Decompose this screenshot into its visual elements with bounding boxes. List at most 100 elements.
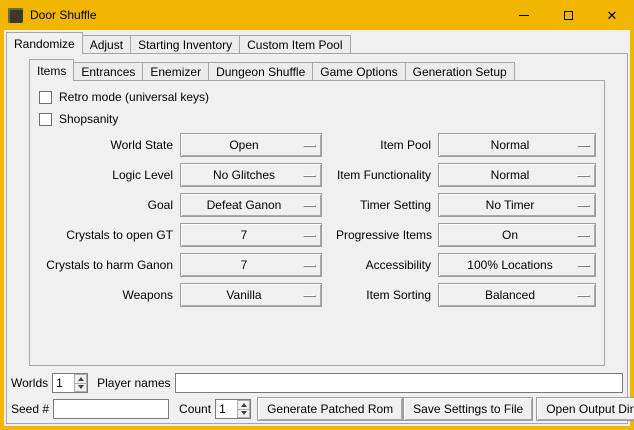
window-content: Randomize Adjust Starting Inventory Cust…	[4, 30, 630, 426]
timer-setting-dropdown[interactable]: No Timer	[438, 193, 596, 217]
weapons-dropdown[interactable]: Vanilla	[180, 283, 322, 307]
goal-label: Goal	[30, 198, 180, 212]
crystals-ganon-value: 7	[181, 258, 321, 272]
weapons-value: Vanilla	[181, 288, 321, 302]
menu-indicator-icon	[303, 175, 316, 177]
item-functionality-value: Normal	[439, 168, 595, 182]
crystals-ganon-dropdown[interactable]: 7	[180, 253, 322, 277]
spin-up-icon[interactable]	[237, 400, 250, 410]
minimize-button[interactable]	[502, 0, 546, 30]
randomize-tab-bar: Items Entrances Enemizer Dungeon Shuffle…	[29, 59, 515, 81]
menu-indicator-icon	[303, 145, 316, 147]
items-panel: Retro mode (universal keys) Shopsanity W…	[29, 80, 605, 366]
item-pool-dropdown[interactable]: Normal	[438, 133, 596, 157]
item-functionality-dropdown[interactable]: Normal	[438, 163, 596, 187]
accessibility-value: 100% Locations	[439, 258, 595, 272]
menu-indicator-icon	[303, 265, 316, 267]
retro-mode-label: Retro mode (universal keys)	[59, 90, 209, 104]
crystals-gt-dropdown[interactable]: 7	[180, 223, 322, 247]
player-names-input[interactable]	[175, 373, 624, 393]
window-controls: ✕	[502, 0, 634, 30]
item-sorting-value: Balanced	[439, 288, 595, 302]
crystals-gt-value: 7	[181, 228, 321, 242]
option-fields: World State Open Logic Level No Glitches	[30, 130, 604, 310]
app-icon	[8, 8, 23, 23]
world-state-dropdown[interactable]: Open	[180, 133, 322, 157]
shopsanity-row: Shopsanity	[39, 108, 604, 130]
worlds-spinner-arrows	[74, 374, 87, 392]
close-button[interactable]: ✕	[590, 0, 634, 30]
tab-enemizer[interactable]: Enemizer	[142, 62, 209, 81]
count-input[interactable]	[216, 400, 237, 418]
tab-randomize[interactable]: Randomize	[6, 32, 83, 54]
worlds-input[interactable]	[53, 374, 74, 392]
shopsanity-label: Shopsanity	[59, 112, 118, 126]
goal-value: Defeat Ganon	[181, 198, 321, 212]
seed-input[interactable]	[53, 399, 169, 419]
tab-adjust[interactable]: Adjust	[82, 35, 131, 54]
close-icon: ✕	[607, 9, 618, 22]
maximize-button[interactable]	[546, 0, 590, 30]
right-field-column: Item Pool Normal Item Functionality Norm…	[336, 130, 596, 310]
spin-down-icon[interactable]	[74, 384, 87, 393]
seed-row: Seed # Count Generate Patched Rom Save S…	[11, 397, 623, 421]
generate-button[interactable]: Generate Patched Rom	[257, 397, 403, 421]
spin-up-icon[interactable]	[74, 374, 87, 384]
spin-down-icon[interactable]	[237, 410, 250, 419]
item-pool-value: Normal	[439, 138, 595, 152]
save-settings-button[interactable]: Save Settings to File	[403, 397, 533, 421]
goal-dropdown[interactable]: Defeat Ganon	[180, 193, 322, 217]
retro-mode-checkbox[interactable]	[39, 91, 52, 104]
item-functionality-label: Item Functionality	[336, 168, 438, 182]
left-field-column: World State Open Logic Level No Glitches	[30, 130, 322, 310]
worlds-label: Worlds	[11, 376, 48, 390]
logic-level-label: Logic Level	[30, 168, 180, 182]
menu-indicator-icon	[577, 235, 590, 237]
timer-setting-value: No Timer	[439, 198, 595, 212]
seed-label: Seed #	[11, 402, 49, 416]
item-sorting-label: Item Sorting	[336, 288, 438, 302]
count-label: Count	[179, 402, 211, 416]
weapons-label: Weapons	[30, 288, 180, 302]
worlds-spinner	[52, 373, 88, 393]
player-names-label: Player names	[97, 376, 170, 390]
menu-indicator-icon	[303, 235, 316, 237]
world-state-label: World State	[30, 138, 180, 152]
count-spinner	[215, 399, 251, 419]
retro-mode-row: Retro mode (universal keys)	[39, 86, 604, 108]
randomize-panel: Items Entrances Enemizer Dungeon Shuffle…	[6, 53, 628, 424]
menu-indicator-icon	[577, 145, 590, 147]
accessibility-label: Accessibility	[336, 258, 438, 272]
progressive-items-dropdown[interactable]: On	[438, 223, 596, 247]
timer-setting-label: Timer Setting	[336, 198, 438, 212]
tab-starting-inventory[interactable]: Starting Inventory	[130, 35, 240, 54]
tab-generation-setup[interactable]: Generation Setup	[405, 62, 515, 81]
item-sorting-dropdown[interactable]: Balanced	[438, 283, 596, 307]
window-title: Door Shuffle	[30, 8, 97, 22]
menu-indicator-icon	[303, 295, 316, 297]
progressive-items-value: On	[439, 228, 595, 242]
world-state-value: Open	[181, 138, 321, 152]
main-tab-bar: Randomize Adjust Starting Inventory Cust…	[6, 32, 351, 54]
tab-game-options[interactable]: Game Options	[312, 62, 405, 81]
menu-indicator-icon	[577, 295, 590, 297]
logic-level-value: No Glitches	[181, 168, 321, 182]
count-spinner-arrows	[237, 400, 250, 418]
menu-indicator-icon	[577, 175, 590, 177]
accessibility-dropdown[interactable]: 100% Locations	[438, 253, 596, 277]
tab-custom-item-pool[interactable]: Custom Item Pool	[239, 35, 350, 54]
shopsanity-checkbox[interactable]	[39, 113, 52, 126]
menu-indicator-icon	[303, 205, 316, 207]
crystals-gt-label: Crystals to open GT	[30, 228, 180, 242]
tab-items[interactable]: Items	[29, 59, 74, 81]
menu-indicator-icon	[577, 265, 590, 267]
crystals-ganon-label: Crystals to harm Ganon	[30, 258, 180, 272]
item-pool-label: Item Pool	[336, 138, 438, 152]
menu-indicator-icon	[577, 205, 590, 207]
app-window: Door Shuffle ✕ Randomize Adjust Starting…	[0, 0, 634, 430]
tab-dungeon-shuffle[interactable]: Dungeon Shuffle	[208, 62, 313, 81]
open-output-button[interactable]: Open Output Directory	[536, 397, 634, 421]
tab-entrances[interactable]: Entrances	[73, 62, 143, 81]
logic-level-dropdown[interactable]: No Glitches	[180, 163, 322, 187]
worlds-row: Worlds Player names	[11, 372, 623, 394]
